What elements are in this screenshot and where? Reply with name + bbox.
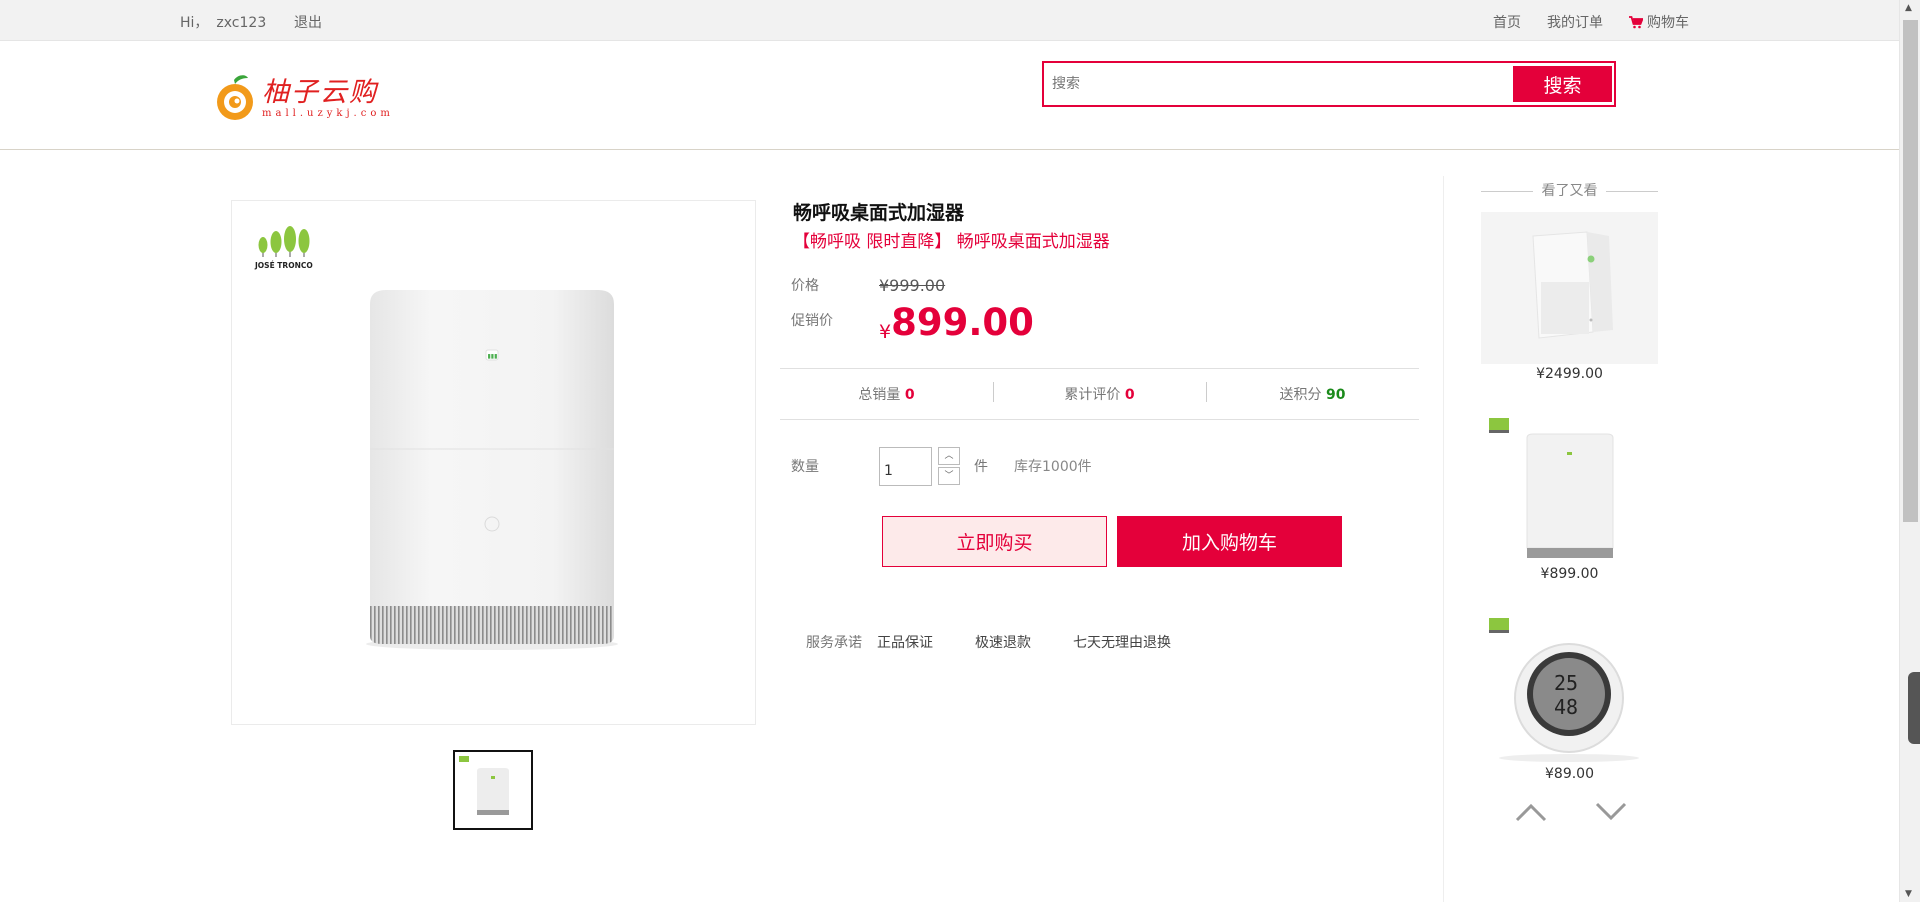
price-row: 价格 ¥999.00 bbox=[791, 275, 945, 295]
buy-now-button[interactable]: 立即购买 bbox=[882, 516, 1107, 567]
search-bar: 搜索 bbox=[1042, 61, 1616, 107]
service-label: 服务承诺 bbox=[806, 635, 862, 651]
sales-label: 总销量 bbox=[858, 387, 901, 403]
quantity-input[interactable] bbox=[879, 446, 932, 486]
rec-image-thermometer: 25 48 bbox=[1481, 612, 1658, 764]
product-main-image: JOSÉ TRONCO ▮▮▮ bbox=[231, 200, 756, 725]
username: zxc123 bbox=[216, 15, 267, 31]
service-item-7day-return: 七天无理由退换 bbox=[1073, 635, 1171, 651]
points-label: 送积分 bbox=[1279, 387, 1322, 403]
sales-stat: 总销量 0 bbox=[780, 384, 993, 404]
greeting: Hi， zxc123 bbox=[180, 12, 266, 32]
reviews-label: 累计评价 bbox=[1064, 387, 1121, 403]
product-subtitle: 【畅呼吸 限时直降】 畅呼吸桌面式加湿器 bbox=[793, 232, 1110, 252]
rec-image-air-purifier bbox=[1481, 212, 1658, 364]
quantity-decrease-button[interactable]: ﹀ bbox=[938, 467, 960, 485]
home-link[interactable]: 首页 bbox=[1493, 12, 1521, 32]
quantity-increase-button[interactable]: ︿ bbox=[938, 447, 960, 465]
scroll-down-arrow-icon[interactable]: ▼ bbox=[1905, 889, 1912, 899]
rec-item-humidifier[interactable]: ¥899.00 bbox=[1481, 412, 1658, 582]
page: Hi， zxc123 退出 首页 我的订单 购物车 柚子云购 mall.uzyk… bbox=[0, 0, 1920, 902]
cart-icon bbox=[1629, 15, 1643, 28]
points-count: 90 bbox=[1325, 387, 1346, 403]
points-stat: 送积分 90 bbox=[1206, 382, 1419, 404]
product-thumbnail[interactable] bbox=[453, 750, 533, 830]
site-logo[interactable]: 柚子云购 mall.uzykj.com bbox=[214, 74, 394, 122]
quantity-label: 数量 bbox=[791, 459, 819, 475]
svg-text:▮▮▮: ▮▮▮ bbox=[488, 353, 498, 360]
scroll-up-arrow-icon[interactable]: ▲ bbox=[1905, 3, 1912, 13]
chevron-down-icon[interactable] bbox=[1593, 800, 1629, 824]
sales-count: 0 bbox=[904, 387, 915, 403]
rec-item-air-purifier[interactable]: ¥2499.00 bbox=[1481, 212, 1658, 382]
logout-link[interactable]: 退出 bbox=[294, 12, 322, 32]
vertical-scrollbar[interactable]: ▲ ▼ bbox=[1899, 0, 1920, 902]
stock-info: 库存1000件 bbox=[1014, 459, 1092, 475]
chevron-up-icon[interactable] bbox=[1513, 800, 1549, 824]
logo-name: 柚子云购 bbox=[262, 76, 378, 108]
brand-name: JOSÉ TRONCO bbox=[254, 261, 313, 270]
logo-url: mall.uzykj.com bbox=[262, 107, 394, 119]
quantity-unit: 件 bbox=[974, 459, 988, 475]
greeting-text: Hi， bbox=[180, 15, 209, 31]
service-item-fast-refund: 极速退款 bbox=[975, 635, 1031, 651]
price-label: 价格 bbox=[791, 278, 819, 294]
orange-logo-icon bbox=[217, 75, 253, 120]
rec-price: ¥899.00 bbox=[1540, 566, 1599, 582]
side-widget-handle[interactable] bbox=[1908, 672, 1920, 744]
rec-pager bbox=[1513, 800, 1629, 824]
recommendations-title: 看了又看 bbox=[1481, 180, 1658, 202]
thumbnail-image bbox=[459, 756, 509, 815]
orders-link[interactable]: 我的订单 bbox=[1547, 12, 1603, 32]
product-title: 畅呼吸桌面式加湿器 bbox=[793, 202, 965, 224]
quantity-row: 数量 ︿ ﹀ 件 库存1000件 bbox=[791, 446, 1092, 486]
reviews-stat: 累计评价 0 bbox=[993, 382, 1206, 404]
add-to-cart-button[interactable]: 加入购物车 bbox=[1117, 516, 1342, 567]
service-item-genuine: 正品保证 bbox=[877, 635, 933, 651]
rec-item-thermometer[interactable]: 25 48 ¥89.00 bbox=[1481, 612, 1658, 782]
promo-price: 899.00 bbox=[891, 301, 1034, 344]
original-price: ¥999.00 bbox=[879, 275, 946, 295]
product-stats: 总销量 0 累计评价 0 送积分 90 bbox=[780, 368, 1419, 420]
rec-price: ¥2499.00 bbox=[1536, 366, 1603, 382]
rec-image-humidifier bbox=[1481, 412, 1658, 564]
humidifier-image: ▮▮▮ bbox=[366, 290, 618, 650]
scroll-thumb[interactable] bbox=[1903, 20, 1918, 522]
rec-price: ¥89.00 bbox=[1545, 766, 1594, 782]
column-divider bbox=[1443, 176, 1444, 902]
display-humidity: 48 bbox=[1554, 695, 1578, 719]
promo-label: 促销价 bbox=[791, 313, 833, 329]
top-nav: 首页 我的订单 购物车 bbox=[1493, 12, 1689, 32]
service-promise: 服务承诺 正品保证 极速退款 七天无理由退换 bbox=[806, 632, 1213, 652]
top-bar: Hi， zxc123 退出 首页 我的订单 购物车 bbox=[0, 0, 1899, 41]
logo-text: 柚子云购 mall.uzykj.com bbox=[262, 76, 394, 119]
display-temperature: 25 bbox=[1554, 671, 1578, 695]
recommendations: 看了又看 ¥2499.00 ¥899.00 25 48 ¥89.00 bbox=[1481, 180, 1658, 782]
chevron-down-icon: ﹀ bbox=[944, 471, 954, 481]
header: 柚子云购 mall.uzykj.com 搜索 bbox=[0, 41, 1899, 150]
currency-symbol: ¥ bbox=[879, 321, 892, 343]
quantity-stepper: ︿ ﹀ bbox=[938, 447, 960, 485]
cart-link[interactable]: 购物车 bbox=[1629, 12, 1689, 32]
promo-row: 促销价 ¥ 899.00 bbox=[791, 301, 1034, 344]
search-input[interactable] bbox=[1046, 66, 1513, 102]
chevron-up-icon: ︿ bbox=[944, 451, 954, 461]
brand-logo: JOSÉ TRONCO bbox=[254, 226, 313, 270]
cart-label: 购物车 bbox=[1647, 15, 1689, 31]
reviews-count: 0 bbox=[1124, 387, 1135, 403]
search-button[interactable]: 搜索 bbox=[1513, 66, 1612, 102]
